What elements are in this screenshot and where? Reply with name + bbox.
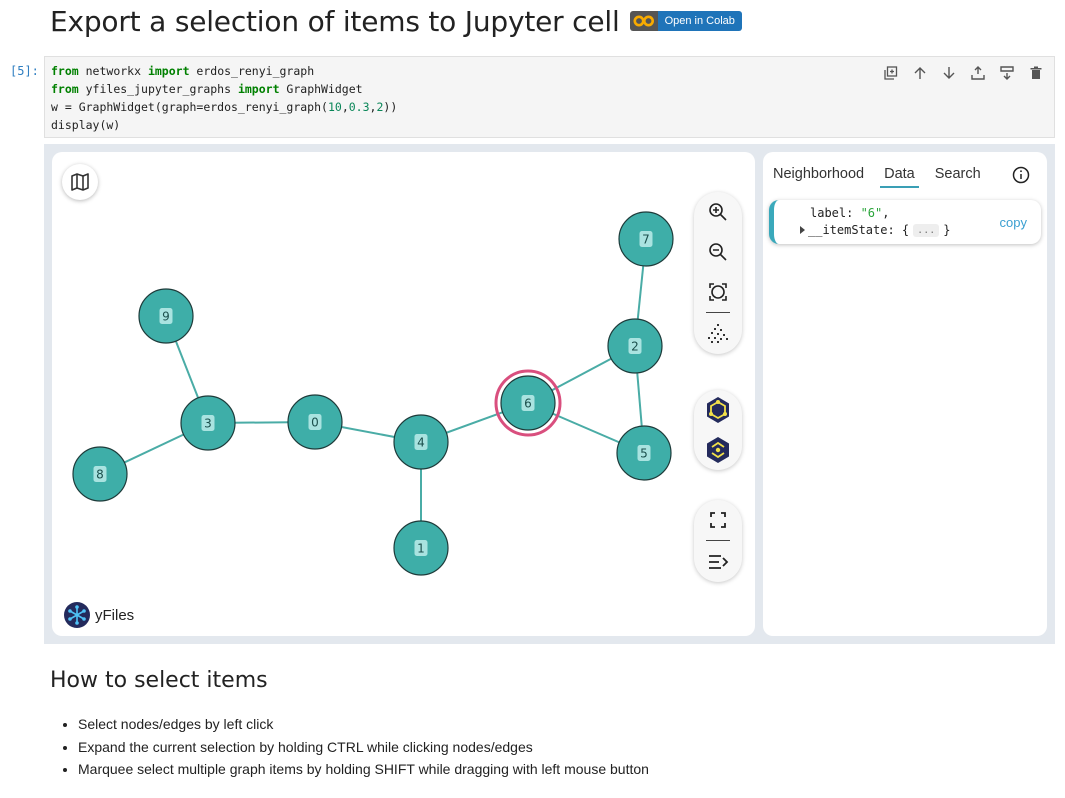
page-title: Export a selection of items to Jupyter c… xyxy=(50,4,620,38)
yfiles-center-icon[interactable] xyxy=(698,430,738,470)
copy-button[interactable]: copy xyxy=(1000,215,1027,230)
insert-below-icon[interactable] xyxy=(997,63,1017,83)
duplicate-icon[interactable] xyxy=(881,63,901,83)
open-in-colab-label: Open in Colab xyxy=(657,11,742,31)
tab-neighborhood[interactable]: Neighborhood xyxy=(773,166,864,188)
sidebar-toggle-icon[interactable] xyxy=(698,542,738,582)
code-line-3: w = GraphWidget(graph=erdos_renyi_graph(… xyxy=(51,100,398,114)
layout-icon[interactable] xyxy=(698,314,738,354)
data-row-itemstate[interactable]: __itemState: {...} xyxy=(800,223,950,237)
zoom-in-icon[interactable] xyxy=(698,192,738,232)
cell-prompt: [5]: xyxy=(10,64,39,78)
data-row-label: label: "6", xyxy=(810,206,890,220)
node-label: 0 xyxy=(311,416,319,430)
graph-node-7[interactable]: 7 xyxy=(618,211,674,267)
graph-svg[interactable]: 0 1 2 3 4 5 6 7 8 9 xyxy=(52,152,755,636)
sidebar-tabs: Neighborhood Data Search xyxy=(773,166,997,188)
yfiles-logo-icon xyxy=(64,602,90,628)
cell-toolbar xyxy=(881,63,1046,83)
node-label: 1 xyxy=(417,542,425,556)
code-line-2: from yfiles_jupyter_graphs import GraphW… xyxy=(51,82,363,96)
code-line-1: from networkx import erdos_renyi_graph xyxy=(51,64,315,78)
move-up-icon[interactable] xyxy=(910,63,930,83)
open-in-colab-badge[interactable]: Open in Colab xyxy=(629,11,742,31)
code-line-4: display(w) xyxy=(51,118,121,132)
graph-node-6[interactable]: 6 xyxy=(494,369,562,437)
tab-data[interactable]: Data xyxy=(880,166,919,188)
fit-content-icon[interactable] xyxy=(698,272,738,312)
list-item: Select nodes/edges by left click xyxy=(78,716,649,739)
node-label: 2 xyxy=(631,340,639,354)
section-title: How to select items xyxy=(50,668,268,693)
zoom-out-icon[interactable] xyxy=(698,232,738,272)
node-data-card: label: "6", __itemState: {...} copy xyxy=(769,200,1041,244)
node-label: 7 xyxy=(642,233,650,247)
graph-node-3[interactable]: 3 xyxy=(180,395,236,451)
toolbar-separator xyxy=(706,312,730,313)
graph-node-9[interactable]: 9 xyxy=(138,288,194,344)
widget-output: 0 1 2 3 4 5 6 7 8 9 yFiles Neighborhood Data Sear… xyxy=(44,144,1055,644)
node-label: 5 xyxy=(640,447,648,461)
graph-node-4[interactable]: 4 xyxy=(393,414,449,470)
graph-node-1[interactable]: 1 xyxy=(393,520,449,576)
graph-node-8[interactable]: 8 xyxy=(72,446,128,502)
yfiles-layout-icon[interactable] xyxy=(698,390,738,430)
insert-above-icon[interactable] xyxy=(968,63,988,83)
brand-name: yFiles xyxy=(95,606,135,624)
expand-caret-icon[interactable] xyxy=(800,226,805,234)
list-item: Expand the current selection by holding … xyxy=(78,739,649,762)
yfiles-toolbar xyxy=(694,390,742,470)
view-toolbar xyxy=(694,500,742,582)
move-down-icon[interactable] xyxy=(939,63,959,83)
data-sidebar: Neighborhood Data Search label: "6", __i… xyxy=(763,152,1047,636)
node-label: 4 xyxy=(417,436,425,450)
graph-node-2[interactable]: 2 xyxy=(607,318,663,374)
notebook-heading: Export a selection of items to Jupyter c… xyxy=(50,4,742,38)
collapsed-object[interactable]: ... xyxy=(913,223,940,237)
tab-search[interactable]: Search xyxy=(935,166,981,188)
graph-node-0[interactable]: 0 xyxy=(287,394,343,450)
colab-logo-icon xyxy=(629,11,658,31)
instructions-list: Select nodes/edges by left click Expand … xyxy=(78,716,649,784)
zoom-toolbar xyxy=(694,192,742,354)
node-label: 9 xyxy=(162,310,170,324)
map-icon xyxy=(71,173,89,191)
list-item: Marquee select multiple graph items by h… xyxy=(78,761,649,784)
code-cell[interactable]: from networkx import erdos_renyi_graph f… xyxy=(44,56,1055,138)
overview-map-button[interactable] xyxy=(62,164,98,200)
node-label: 8 xyxy=(96,468,104,482)
node-label: 6 xyxy=(524,397,532,411)
toolbar-separator xyxy=(706,540,730,541)
fullscreen-icon[interactable] xyxy=(698,500,738,540)
info-icon[interactable] xyxy=(1012,166,1030,188)
graph-node-5[interactable]: 5 xyxy=(616,425,672,481)
graph-canvas[interactable]: 0 1 2 3 4 5 6 7 8 9 yFiles xyxy=(52,152,755,636)
delete-icon[interactable] xyxy=(1026,63,1046,83)
yfiles-brand: yFiles xyxy=(64,602,134,628)
node-label: 3 xyxy=(204,417,212,431)
